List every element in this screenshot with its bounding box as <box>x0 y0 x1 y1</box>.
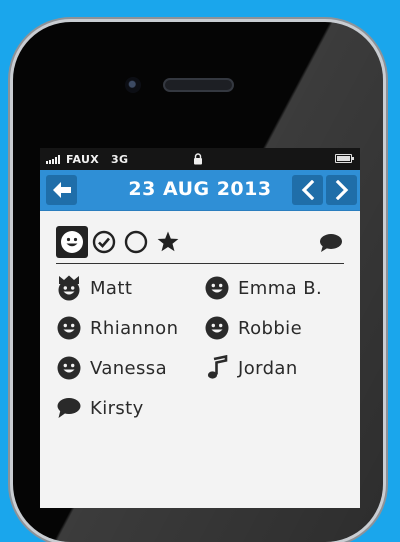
list-item[interactable]: Matt <box>56 275 204 301</box>
music-note-icon <box>207 355 228 379</box>
filter-bar <box>56 221 344 264</box>
back-button[interactable] <box>46 175 77 205</box>
next-day-button[interactable] <box>326 175 357 205</box>
list-item[interactable]: Vanessa <box>56 356 204 380</box>
comment-icon <box>57 398 81 418</box>
person-name: Kirsty <box>90 397 144 419</box>
app-screen: FAUX 3G 23 AUG 2013 Matt Emma B. Rhianno… <box>40 148 360 508</box>
nav-bar: 23 AUG 2013 <box>40 170 360 211</box>
attendance-content: Matt Emma B. Rhiannon Robbie Vanessa Jor… <box>40 221 360 420</box>
front-camera <box>125 77 141 93</box>
filter-confirmed[interactable] <box>88 226 120 258</box>
filter-maybe[interactable] <box>120 226 152 258</box>
earpiece-speaker <box>163 78 234 92</box>
battery-icon <box>335 154 354 163</box>
chevron-right-icon <box>335 180 348 200</box>
star-icon <box>157 231 179 252</box>
person-name: Vanessa <box>90 357 168 379</box>
list-item[interactable]: Kirsty <box>56 396 204 420</box>
smiley-icon <box>57 356 81 380</box>
network-type: 3G <box>111 152 129 166</box>
person-name: Robbie <box>238 317 303 339</box>
previous-day-button[interactable] <box>292 175 323 205</box>
smiley-icon <box>205 276 229 300</box>
comment-icon <box>320 234 342 252</box>
filter-comments[interactable] <box>318 230 344 256</box>
check-circle-icon <box>92 230 116 254</box>
carrier-name: FAUX <box>66 152 100 166</box>
chevron-left-icon <box>301 180 314 200</box>
crown-smiley-icon <box>58 275 80 301</box>
person-name: Matt <box>90 277 133 299</box>
signal-strength-icon <box>46 154 60 164</box>
list-item[interactable]: Emma B. <box>204 276 352 300</box>
smiley-icon <box>205 316 229 340</box>
status-bar: FAUX 3G <box>40 148 360 170</box>
person-name: Rhiannon <box>90 317 179 339</box>
lock-icon <box>194 153 202 165</box>
smiley-icon <box>61 231 83 253</box>
smiley-icon <box>57 316 81 340</box>
filter-starred[interactable] <box>152 226 184 258</box>
list-item[interactable]: Rhiannon <box>56 316 204 340</box>
list-item[interactable]: Robbie <box>204 316 352 340</box>
list-item[interactable]: Jordan <box>204 355 352 380</box>
filter-attending[interactable] <box>56 226 88 258</box>
people-list: Matt Emma B. Rhiannon Robbie Vanessa Jor… <box>56 275 344 420</box>
arrow-left-icon <box>52 182 71 198</box>
person-name: Emma B. <box>238 277 323 299</box>
empty-circle-icon <box>124 230 148 254</box>
person-name: Jordan <box>238 357 298 379</box>
